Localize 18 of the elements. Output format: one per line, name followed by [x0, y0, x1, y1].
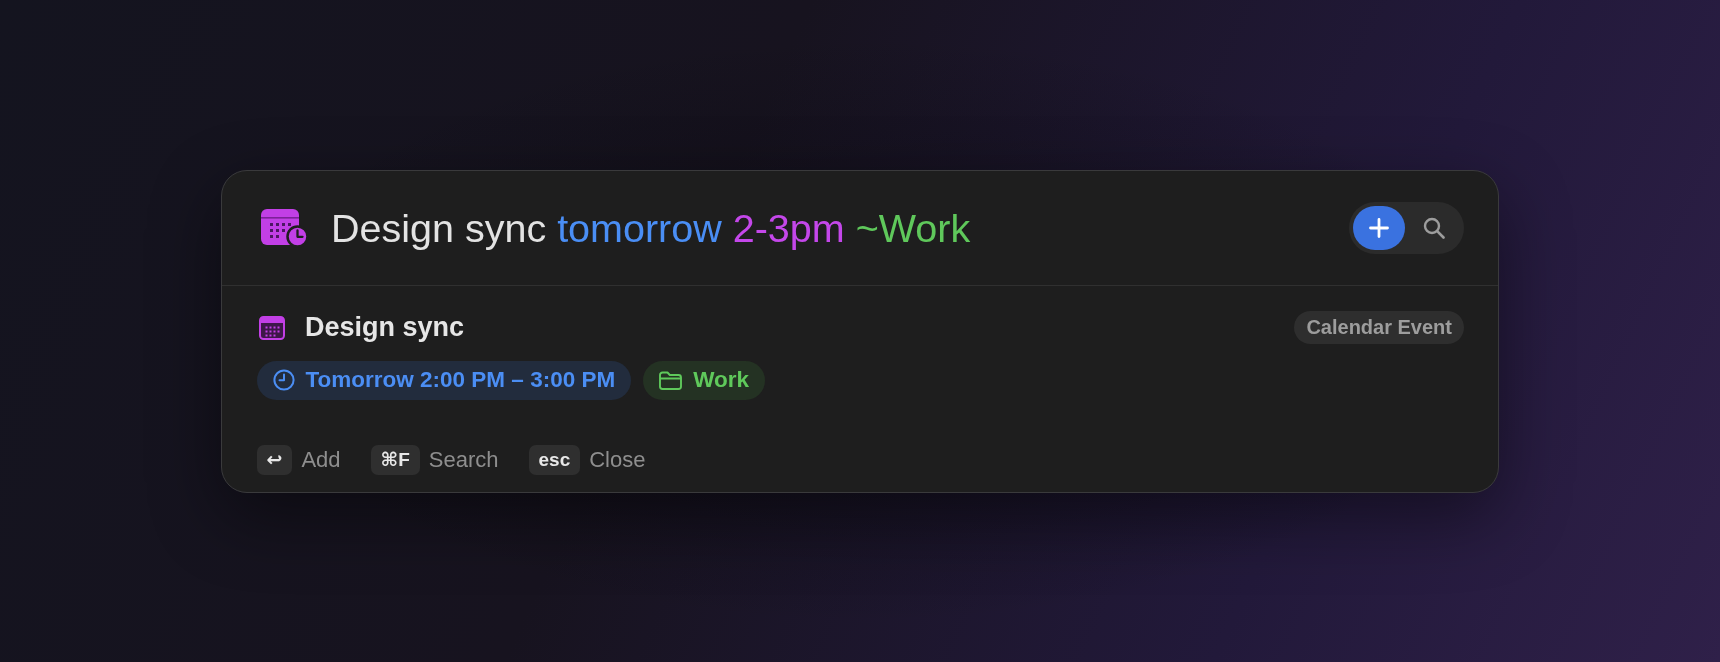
calendar-icon — [259, 315, 285, 340]
result-title: Design sync — [305, 312, 466, 343]
folder-icon — [659, 370, 683, 390]
search-icon — [1423, 216, 1445, 239]
shortcut-label: Search — [428, 446, 499, 473]
plus-icon — [1369, 217, 1389, 238]
shortcut-label: Add — [301, 446, 341, 473]
query-field[interactable]: Design sync tomorrow 2-3pm ~Work — [331, 203, 1349, 252]
calendar-clock-icon — [261, 207, 309, 248]
clock-icon — [272, 369, 295, 391]
shortcut-key: ⌘F — [370, 444, 420, 475]
shortcut-label: Close — [589, 446, 646, 473]
type-label: Calendar Event — [1294, 311, 1464, 344]
add-button[interactable] — [1353, 205, 1405, 250]
time-text: Tomorrow 2:00 PM – 3:00 PM — [305, 367, 616, 393]
shortcut-key: ↩ — [256, 444, 293, 475]
list-text: Work — [693, 367, 749, 393]
shortcut-key: esc — [528, 444, 581, 475]
